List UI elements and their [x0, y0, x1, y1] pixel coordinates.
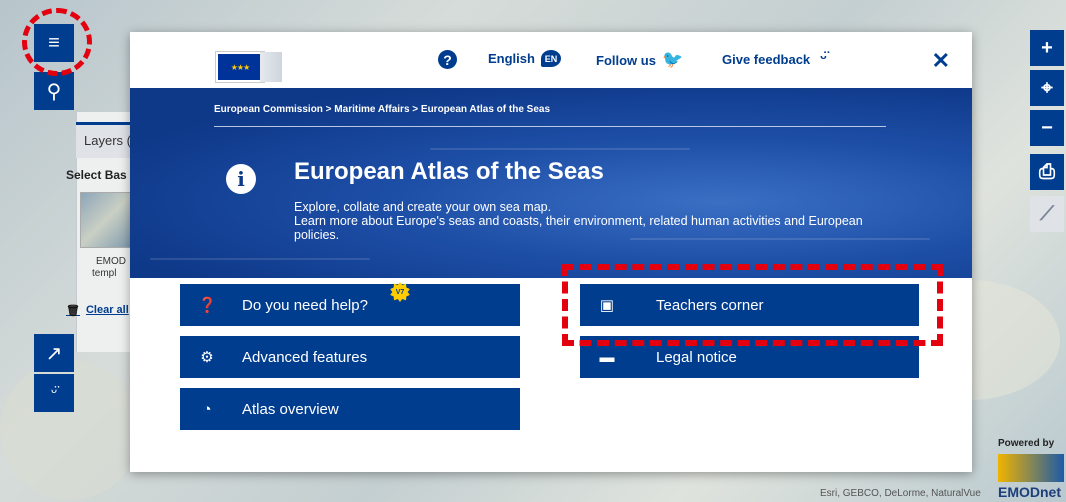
clear-all-label: Clear all: [85, 304, 129, 316]
zoom-in-button[interactable]: +: [1030, 30, 1064, 66]
page-title: European Atlas of the Seas: [294, 158, 604, 185]
follow-us-label: Follow us: [596, 52, 656, 68]
eu-stars-icon: ★★★: [230, 62, 250, 72]
plus-icon: +: [1041, 36, 1053, 59]
twitter-icon: 🐦: [661, 50, 684, 69]
hero-banner: European Commission > Maritime Affairs >…: [130, 88, 972, 278]
select-base-label: Select Bas: [66, 168, 127, 182]
wave-decoration: [150, 258, 370, 260]
legal-notice-label: Legal notice: [656, 348, 737, 366]
share-icon: ↗: [45, 342, 63, 365]
search-button[interactable]: ⚲: [34, 72, 74, 110]
compass-icon: ◔: [202, 400, 212, 418]
printer-icon: ⎙: [1039, 160, 1055, 183]
advanced-features-label: Advanced features: [242, 348, 368, 366]
print-button[interactable]: ⎙: [1030, 154, 1064, 190]
powered-by-label: Powered by: [998, 438, 1055, 449]
locate-button[interactable]: ⌖: [1030, 70, 1064, 106]
minus-icon: −: [1041, 116, 1053, 139]
language-label: English: [488, 51, 535, 66]
hero-divider: [214, 126, 886, 127]
atlas-overview-button[interactable]: ◔ Atlas overview: [180, 388, 520, 430]
need-help-button[interactable]: ❓ Do you need help?: [180, 284, 520, 326]
language-code-badge: EN: [540, 50, 561, 67]
ec-logo-building: [260, 52, 282, 82]
layers-tab-label: Layers (: [84, 133, 131, 148]
info-icon: i: [226, 164, 256, 194]
highlight-rectangle: [562, 264, 943, 346]
help-link[interactable]: ?: [438, 50, 457, 69]
wave-decoration: [430, 148, 690, 150]
crosshair-icon: ⌖: [1041, 76, 1053, 99]
eu-flag-logo[interactable]: ★★★: [215, 51, 265, 83]
emodnet-logo[interactable]: [998, 454, 1064, 482]
emodnet-label: EMODnet: [998, 484, 1061, 500]
follow-us-link[interactable]: Follow us 🐦: [596, 50, 683, 70]
smile-icon: ᵕ̈: [50, 384, 58, 401]
clear-all-link[interactable]: 🗑 Clear all: [66, 304, 129, 317]
need-help-label: Do you need help?: [242, 296, 368, 314]
highlight-circle: [22, 8, 92, 76]
ruler-icon: ⟋: [1040, 202, 1054, 225]
measure-button[interactable]: ⟋: [1030, 196, 1064, 232]
basemap-caption: templ: [92, 268, 117, 279]
hero-description-line: Explore, collate and create your own sea…: [294, 200, 552, 214]
hero-description-line: Learn more about Europe's seas and coast…: [294, 214, 863, 242]
question-circle-icon: ❓: [198, 297, 217, 314]
gear-icon: ⚙: [200, 349, 214, 366]
language-selector[interactable]: English EN: [488, 50, 561, 67]
hero-description: Explore, collate and create your own sea…: [294, 200, 894, 242]
trash-icon: 🗑: [66, 305, 80, 317]
map-attribution: Esri, GEBCO, DeLorme, NaturalVue: [820, 488, 981, 499]
basemap-thumbnail[interactable]: [80, 192, 132, 248]
question-circle-icon: ?: [438, 50, 457, 69]
advanced-features-button[interactable]: ⚙ Advanced features: [180, 336, 520, 378]
close-button[interactable]: ✕: [932, 48, 950, 74]
search-icon: ⚲: [46, 80, 62, 103]
give-feedback-link[interactable]: Give feedback ᵕ̈: [722, 50, 827, 68]
zoom-out-button[interactable]: −: [1030, 110, 1064, 146]
smile-icon: ᵕ̈: [820, 50, 827, 67]
layers-tab[interactable]: Layers (: [76, 122, 136, 158]
give-feedback-label: Give feedback: [722, 51, 811, 67]
feedback-button[interactable]: ᵕ̈: [34, 374, 74, 412]
basemap-caption: EMOD: [96, 256, 126, 267]
speech-bubble-icon: ▬: [599, 348, 615, 366]
modal-top-bar: ★★★ ? English EN Follow us 🐦 Give feedba…: [130, 32, 972, 88]
breadcrumb: European Commission > Maritime Affairs >…: [214, 104, 551, 115]
atlas-overview-label: Atlas overview: [242, 400, 339, 418]
welcome-modal: ★★★ ? English EN Follow us 🐦 Give feedba…: [130, 32, 972, 472]
share-button[interactable]: ↗: [34, 334, 74, 372]
